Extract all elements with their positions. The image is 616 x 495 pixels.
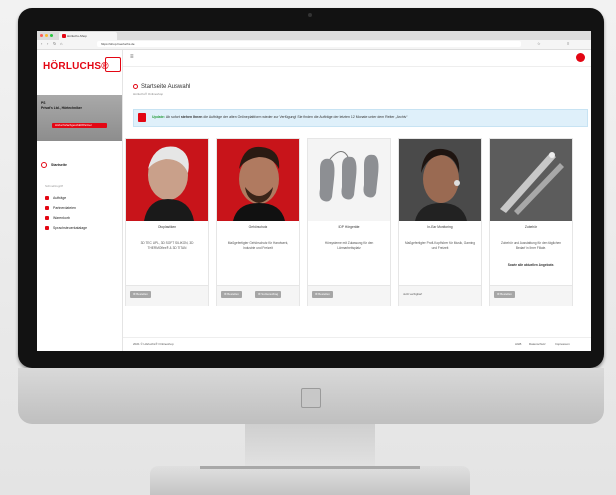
webcam	[308, 13, 312, 17]
sidebar-item-cart[interactable]: Warenkorb	[45, 216, 70, 221]
order-button[interactable]: ⚙ Bestellen	[494, 291, 515, 298]
breadcrumb: Hörluchs® Onlineshop	[133, 92, 164, 96]
product-image	[217, 139, 299, 221]
copyright: 2021 © Hörluchs® Onlineshop	[133, 342, 174, 346]
home-circle-icon	[133, 84, 138, 89]
product-image	[399, 139, 481, 221]
forward-icon[interactable]: ›	[47, 41, 48, 46]
availability-note: Jetzt verfügbar!	[403, 292, 423, 296]
cart-icon	[45, 196, 49, 201]
minimize-window-icon[interactable]	[45, 34, 48, 37]
top-bar: ≡	[123, 50, 591, 67]
basket-icon	[45, 216, 49, 221]
order-button[interactable]: ⚙ Bestellen	[130, 291, 151, 298]
card-footer: ⚙ Bestellen ⚙ Sortierauftrag	[217, 285, 299, 306]
monitor-screen: Hörluchs-Shop ‹ › ↻ ⌂ https://shop.hoerl…	[37, 31, 591, 351]
brand-emblem-icon	[301, 388, 321, 408]
card-footer: ⚙ Bestellen	[490, 285, 572, 306]
hamburger-menu-icon[interactable]: ≡	[130, 54, 134, 60]
product-image	[308, 139, 390, 221]
card-title: Gehörschutz	[248, 225, 268, 229]
product-image	[490, 139, 572, 221]
file-icon	[45, 206, 49, 211]
info-icon	[138, 113, 146, 122]
footer-link-privacy[interactable]: Datenschutz	[529, 342, 546, 346]
monitor-foot	[150, 466, 470, 495]
sidebar: HÖRLUCHS® PS Privat's Ltd., Hörtechniker…	[37, 50, 123, 351]
footer-link-agb[interactable]: AGB	[515, 342, 521, 346]
back-icon[interactable]: ‹	[41, 41, 42, 46]
avatar[interactable]	[576, 53, 585, 62]
monitor-stand	[245, 424, 375, 470]
user-badge: Hörluchsfachgeschäft/Partner	[52, 123, 107, 128]
browser-toolbar: ‹ › ↻ ⌂ https://shop.hoerluchs.de ☆ ≡	[37, 40, 591, 50]
card-title: In-Ear Monitoring	[427, 225, 453, 229]
dashboard-icon	[41, 162, 47, 168]
product-card-idp-hearing-aids[interactable]: IDP Hörgeräte Hörsysteme mit Zulassung f…	[307, 138, 391, 306]
maximize-window-icon[interactable]	[50, 34, 53, 37]
product-card-hearing-protection[interactable]: Gehörschutz Maßgefertigter Gehörschutz f…	[216, 138, 300, 306]
reload-icon[interactable]: ↻	[53, 41, 56, 46]
order-button[interactable]: ⚙ Bestellen	[312, 291, 333, 298]
product-card-accessories[interactable]: Zubehör Zubehör und Ausstattung für den …	[489, 138, 573, 306]
product-card-in-ear-monitoring[interactable]: In-Ear Monitoring Maßgefertigter Profi-K…	[398, 138, 482, 306]
favicon-icon	[62, 34, 66, 38]
page-footer: 2021 © Hörluchs® Onlineshop AGB Datensch…	[123, 337, 591, 351]
card-highlight: Sowie alle aktuellen Angebote.	[507, 263, 555, 267]
browser-tab-title: Hörluchs-Shop	[67, 34, 87, 38]
card-description: Hörsysteme mit Zulassung für den Lärmarb…	[324, 241, 374, 250]
lynx-logo-icon	[105, 57, 121, 72]
sidebar-item-home[interactable]: Startseite	[41, 162, 67, 168]
card-footer: ⚙ Bestellen	[308, 285, 390, 306]
browser-tab-bar: Hörluchs-Shop	[37, 31, 591, 40]
monitor-foot-edge	[200, 466, 420, 469]
card-description: Maßgefertigter Profi-Kopfhörer für Musik…	[405, 241, 475, 250]
logo[interactable]: HÖRLUCHS®	[43, 56, 121, 74]
sidebar-item-catalogue[interactable]: Sprachsteuerkatalage	[45, 226, 87, 231]
home-icon[interactable]: ⌂	[60, 41, 62, 46]
sidebar-item-orders[interactable]: Aufträge	[45, 196, 66, 201]
product-image	[126, 139, 208, 221]
bookmark-icon[interactable]: ☆	[537, 41, 541, 46]
address-bar[interactable]: https://shop.hoerluchs.de	[97, 41, 521, 47]
card-footer: ⚙ Bestellen	[126, 285, 208, 306]
card-description: Zubehör und Ausstattung für den tägliche…	[500, 241, 562, 250]
sidebar-item-partner-files[interactable]: Partnerdateien	[45, 206, 76, 211]
order-button[interactable]: ⚙ Bestellen	[221, 291, 242, 298]
card-footer: Jetzt verfügbar!	[399, 285, 481, 306]
product-card-otoplastics[interactable]: Otoplastiken 3D TEC UPL, 3D SOFT SILIKON…	[125, 138, 209, 306]
catalogue-icon	[45, 226, 49, 231]
card-description: 3D TEC UPL, 3D SOFT SILIKON, 3D THERMOfl…	[140, 241, 194, 250]
card-title: Zubehör	[524, 225, 538, 229]
card-description: Maßgefertigter Gehörschutz für Handwerk,…	[227, 241, 289, 250]
browser-tab[interactable]: Hörluchs-Shop	[59, 32, 117, 40]
close-window-icon[interactable]	[40, 34, 43, 37]
user-panel: PS Privat's Ltd., Hörtechniker Hörluchsf…	[37, 95, 122, 141]
menu-icon[interactable]: ≡	[567, 41, 569, 46]
page-title: Startseite Auswahl	[133, 84, 190, 90]
sort-order-button[interactable]: ⚙ Sortierauftrag	[255, 291, 282, 298]
sidebar-section-label: Schnellzugriff	[45, 184, 63, 188]
footer-link-imprint[interactable]: Impressum	[555, 342, 570, 346]
card-title: IDP Hörgeräte	[338, 225, 360, 229]
update-alert: Update: Ab sofort stehen Ihnen die Auftr…	[133, 109, 588, 127]
card-title: Otoplastiken	[157, 225, 177, 229]
